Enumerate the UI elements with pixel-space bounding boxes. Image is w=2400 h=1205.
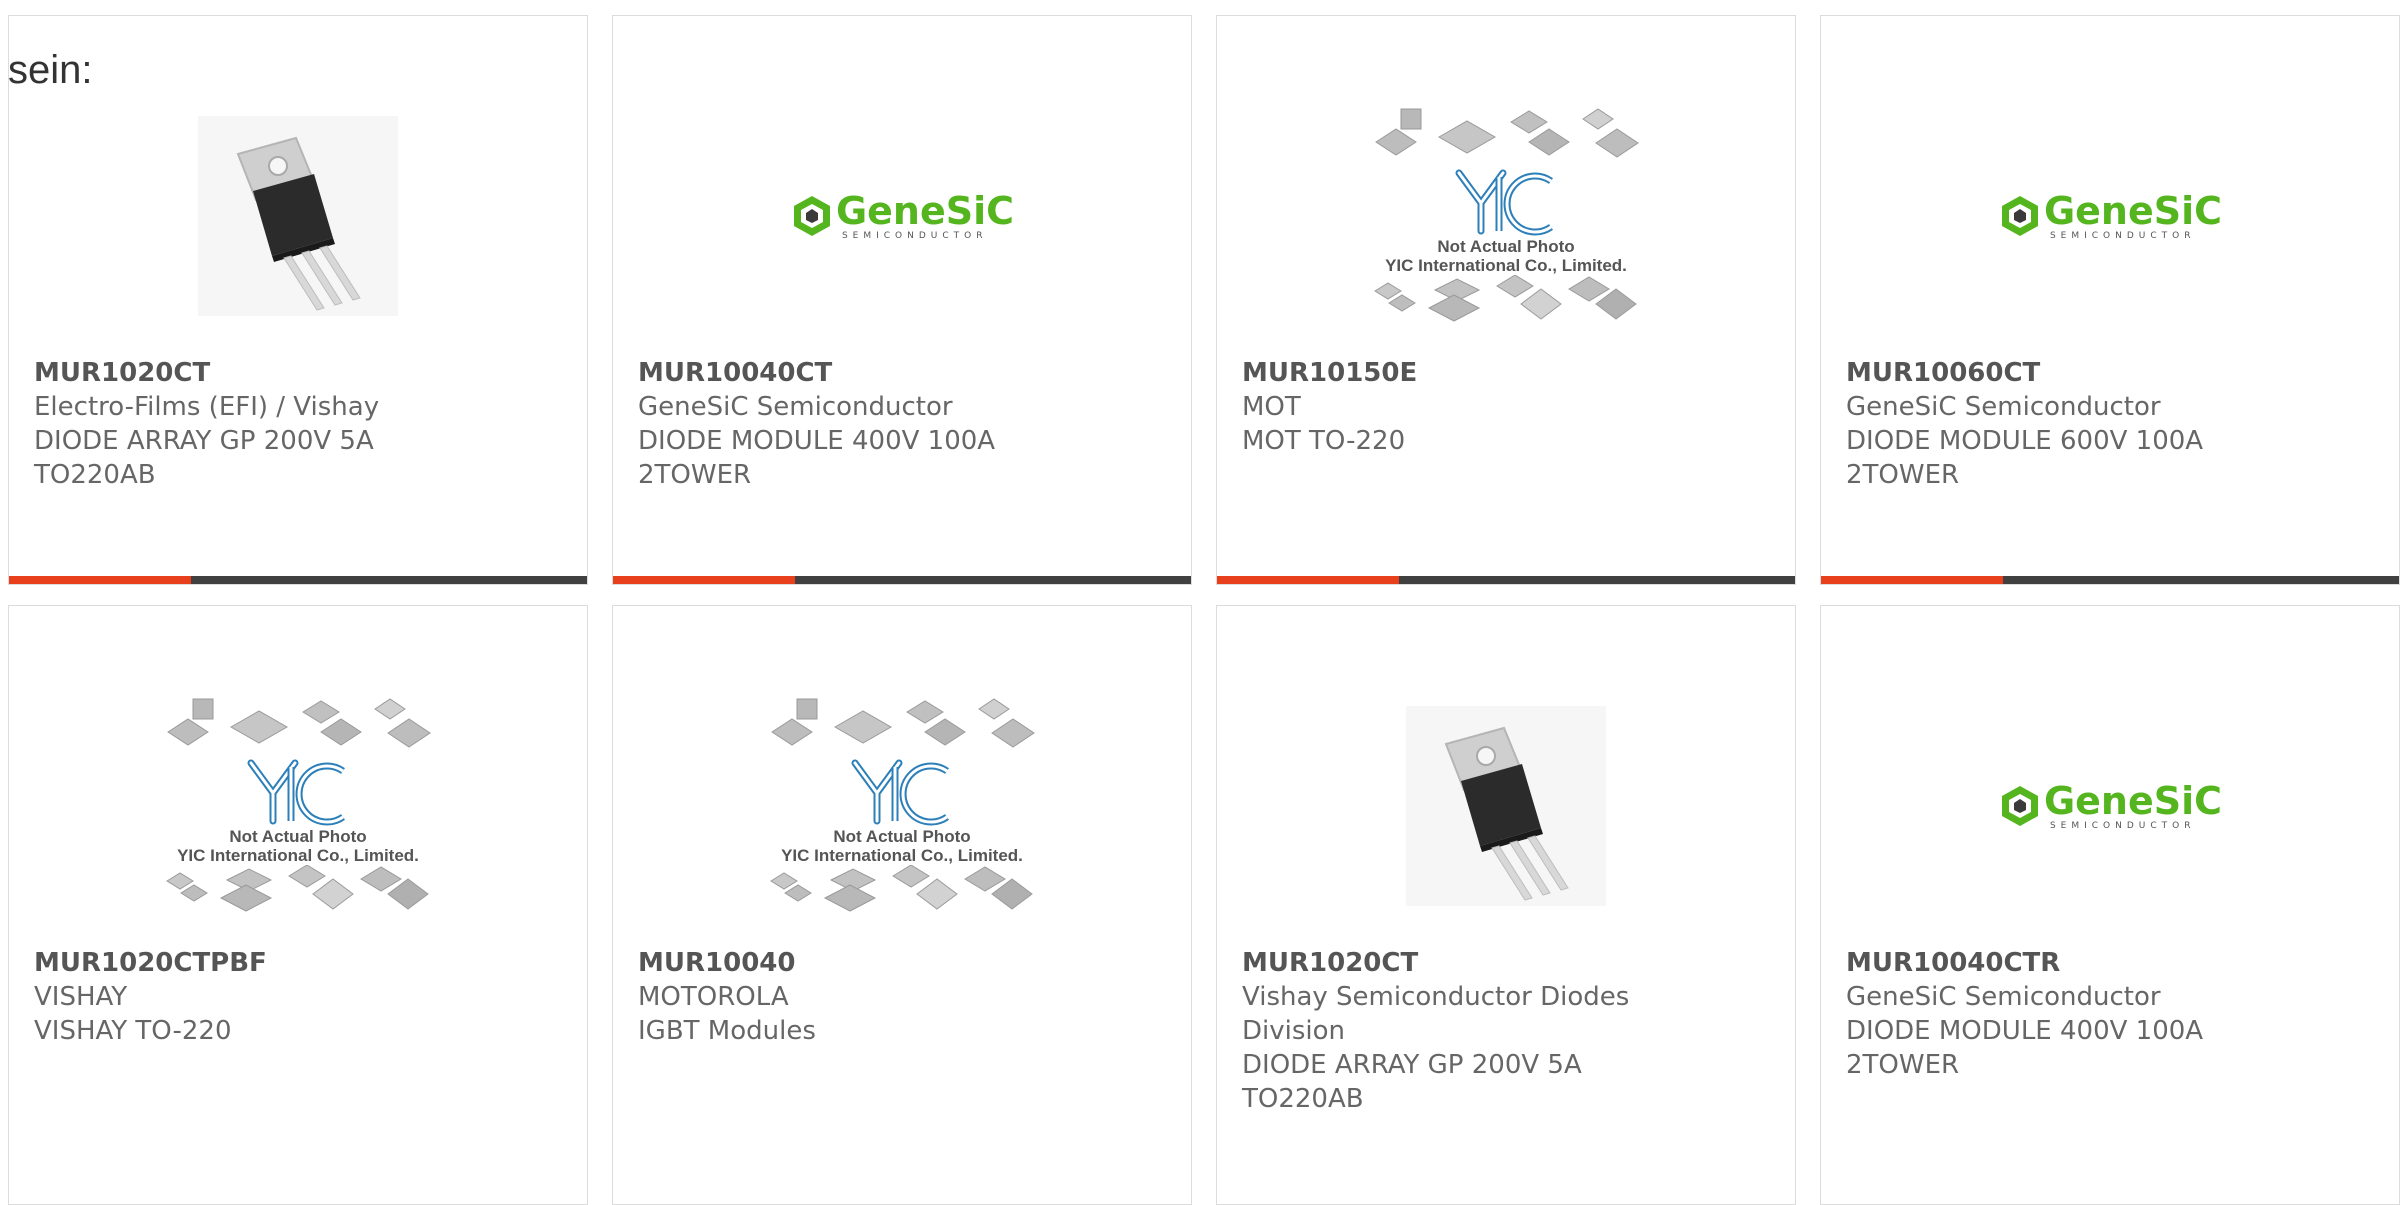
card-bottom-bar bbox=[1821, 576, 2399, 584]
product-info: MUR10040CTR GeneSiC Semiconductor DIODE MO… bbox=[1846, 946, 2379, 1082]
product-card[interactable]: MUR1020CT Electro-Films (EFI) / Vishay DIO… bbox=[8, 15, 588, 585]
part-number-link[interactable]: MUR1020CTPBF bbox=[34, 946, 567, 980]
part-number-link[interactable]: MUR1020CT bbox=[1242, 946, 1775, 980]
product-image[interactable]: GeneSiC SEMICONDUCTOR bbox=[613, 66, 1191, 366]
product-card[interactable]: Not Actual Photo YIC International Co., L… bbox=[612, 605, 1192, 1205]
product-info: MUR1020CT Vishay Semiconductor Diodes Divi… bbox=[1242, 946, 1775, 1116]
description-text: DIODE MODULE 400V 100A bbox=[638, 426, 996, 456]
manufacturer-text: MOTOROLA bbox=[638, 982, 789, 1012]
description-text: DIODE ARRAY GP 200V 5A bbox=[1242, 1050, 1582, 1080]
yic-company-label: YIC International Co., Limited. bbox=[1385, 256, 1627, 275]
card-accent-bar bbox=[1217, 576, 1399, 584]
part-number-link[interactable]: MUR10040 bbox=[638, 946, 1171, 980]
part-number-link[interactable]: MUR10040CT bbox=[638, 356, 1171, 390]
manufacturer-text: GeneSiC Semiconductor bbox=[1846, 392, 2161, 422]
genesic-subtitle: SEMICONDUCTOR bbox=[2049, 230, 2196, 241]
card-accent-bar bbox=[613, 576, 795, 584]
product-info: MUR1020CT Electro-Films (EFI) / Vishay DIO… bbox=[34, 356, 567, 492]
description-text: DIODE ARRAY GP 200V 5A bbox=[34, 426, 374, 456]
genesic-name: GeneSiC bbox=[2043, 778, 2223, 823]
to220-package-icon bbox=[198, 116, 398, 316]
product-card[interactable]: Not Actual Photo YIC International Co., L… bbox=[8, 605, 588, 1205]
part-number-link[interactable]: MUR10040CTR bbox=[1846, 946, 2379, 980]
genesic-hexagon-icon bbox=[2001, 196, 2038, 236]
manufacturer-text: GeneSiC Semiconductor bbox=[1846, 982, 2161, 1012]
card-accent-bar bbox=[1821, 576, 2003, 584]
product-image[interactable]: GeneSiC SEMICONDUCTOR bbox=[1821, 656, 2399, 956]
description-text: MOT TO-220 bbox=[1242, 426, 1406, 456]
genesic-name: GeneSiC bbox=[2043, 188, 2223, 233]
product-info: MUR10150E MOT MOT TO-220 bbox=[1242, 356, 1775, 458]
description-text: TO220AB bbox=[34, 460, 156, 490]
product-info: MUR10040 MOTOROLA IGBT Modules bbox=[638, 946, 1171, 1048]
manufacturer-text: GeneSiC Semiconductor bbox=[638, 392, 953, 422]
product-image[interactable]: Not Actual Photo YIC International Co., L… bbox=[9, 656, 587, 956]
yic-placeholder-image: Not Actual Photo YIC International Co., L… bbox=[163, 697, 433, 915]
yic-logo-icon bbox=[1455, 169, 1553, 236]
product-image[interactable] bbox=[9, 66, 587, 366]
card-bottom-bar bbox=[613, 576, 1191, 584]
intro-text: sein: bbox=[8, 48, 93, 92]
card-bottom-bar bbox=[1217, 576, 1795, 584]
chip-icons-top bbox=[167, 698, 431, 748]
product-info: MUR1020CTPBF VISHAY VISHAY TO-220 bbox=[34, 946, 567, 1048]
description-text: 2TOWER bbox=[1846, 1050, 1960, 1080]
manufacturer-text: Vishay Semiconductor Diodes bbox=[1242, 982, 1630, 1012]
product-image[interactable]: GeneSiC SEMICONDUCTOR bbox=[1821, 66, 2399, 366]
yic-logo-icon bbox=[247, 759, 345, 826]
chip-icons-bottom bbox=[1374, 275, 1637, 322]
part-number-link[interactable]: MUR10060CT bbox=[1846, 356, 2379, 390]
card-accent-bar bbox=[9, 576, 191, 584]
part-number-link[interactable]: MUR10150E bbox=[1242, 356, 1775, 390]
not-actual-photo-label: Not Actual Photo bbox=[1437, 237, 1575, 256]
genesic-logo: GeneSiC SEMICONDUCTOR bbox=[1998, 192, 2222, 241]
genesic-subtitle: SEMICONDUCTOR bbox=[841, 230, 988, 241]
description-text: IGBT Modules bbox=[638, 1016, 816, 1046]
not-actual-photo-label: Not Actual Photo bbox=[229, 827, 367, 846]
manufacturer-text: Electro-Films (EFI) / Vishay bbox=[34, 392, 380, 422]
to220-package-icon bbox=[1406, 706, 1606, 906]
part-number-link[interactable]: MUR1020CT bbox=[34, 356, 567, 390]
description-text: VISHAY TO-220 bbox=[34, 1016, 232, 1046]
product-card[interactable]: GeneSiC SEMICONDUCTOR MUR10040CTR GeneSiC S… bbox=[1820, 605, 2400, 1205]
genesic-hexagon-icon bbox=[2001, 786, 2038, 826]
manufacturer-text: MOT bbox=[1242, 392, 1301, 422]
product-card[interactable]: Not Actual Photo YIC International Co., L… bbox=[1216, 15, 1796, 585]
manufacturer-text: VISHAY bbox=[34, 982, 128, 1012]
product-info: MUR10060CT GeneSiC Semiconductor DIODE MOD… bbox=[1846, 356, 2379, 492]
not-actual-photo-label: Not Actual Photo bbox=[833, 827, 971, 846]
genesic-hexagon-icon bbox=[793, 196, 830, 236]
description-text: 2TOWER bbox=[638, 460, 752, 490]
chip-icons-top bbox=[771, 698, 1035, 748]
description-text: DIODE MODULE 400V 100A bbox=[1846, 1016, 2204, 1046]
genesic-name: GeneSiC bbox=[835, 188, 1015, 233]
chip-icons-bottom bbox=[770, 865, 1033, 912]
genesic-subtitle: SEMICONDUCTOR bbox=[2049, 820, 2196, 831]
description-text: Division bbox=[1242, 1016, 1346, 1046]
yic-logo-icon bbox=[851, 759, 949, 826]
product-card[interactable]: MUR1020CT Vishay Semiconductor Diodes Divi… bbox=[1216, 605, 1796, 1205]
card-bottom-bar bbox=[9, 576, 587, 584]
chip-icons-bottom bbox=[166, 865, 429, 912]
product-image[interactable] bbox=[1217, 656, 1795, 956]
product-image[interactable]: Not Actual Photo YIC International Co., L… bbox=[1217, 66, 1795, 366]
description-text: 2TOWER bbox=[1846, 460, 1960, 490]
genesic-logo: GeneSiC SEMICONDUCTOR bbox=[790, 192, 1014, 241]
product-card[interactable]: GeneSiC SEMICONDUCTOR MUR10060CT GeneSiC Se… bbox=[1820, 15, 2400, 585]
yic-placeholder-image: Not Actual Photo YIC International Co., L… bbox=[767, 697, 1037, 915]
product-image[interactable]: Not Actual Photo YIC International Co., L… bbox=[613, 656, 1191, 956]
yic-company-label: YIC International Co., Limited. bbox=[781, 846, 1023, 865]
product-card[interactable]: GeneSiC SEMICONDUCTOR MUR10040CT GeneSiC Se… bbox=[612, 15, 1192, 585]
yic-company-label: YIC International Co., Limited. bbox=[177, 846, 419, 865]
chip-icons-top bbox=[1375, 108, 1639, 158]
description-text: DIODE MODULE 600V 100A bbox=[1846, 426, 2204, 456]
product-info: MUR10040CT GeneSiC Semiconductor DIODE MOD… bbox=[638, 356, 1171, 492]
genesic-logo: GeneSiC SEMICONDUCTOR bbox=[1998, 782, 2222, 831]
product-grid: MUR1020CT Electro-Films (EFI) / Vishay DIO… bbox=[0, 0, 2400, 1205]
yic-placeholder-image: Not Actual Photo YIC International Co., L… bbox=[1371, 107, 1641, 325]
description-text: TO220AB bbox=[1242, 1084, 1364, 1114]
